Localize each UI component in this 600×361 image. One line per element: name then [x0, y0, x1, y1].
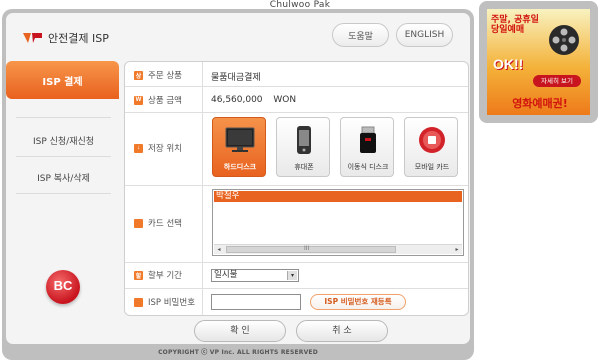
bc-card-logo: BC	[46, 270, 80, 304]
row-divider	[125, 262, 468, 263]
password-label-text: ISP 비밀번호	[148, 298, 196, 308]
ad-headline: 주말, 공휴일 당일예매	[491, 15, 539, 35]
device-phone-label: 휴대폰	[294, 163, 314, 171]
scroll-right-arrow-icon[interactable]: ▸	[452, 245, 462, 254]
product-label-text: 주문 상품	[148, 71, 182, 81]
storage-label: ↓ 저장 위치	[134, 142, 182, 154]
installment-label: 할 할부 기간	[134, 269, 182, 281]
payment-form-table: 상 주문 상품 물품대금결제 W 상품 금액 46,560,000 WON ↓	[124, 61, 469, 316]
card-label: 카드 선택	[134, 217, 182, 229]
download-icon: ↓	[134, 143, 143, 153]
product-icon: 상	[134, 70, 143, 80]
help-button[interactable]: 도움말	[332, 23, 389, 47]
row-divider	[125, 185, 468, 186]
device-mobile-card-button[interactable]: 모바일 카드	[404, 117, 458, 177]
mobile-card-icon	[419, 127, 445, 153]
product-label: 상 주문 상품	[134, 69, 182, 81]
installment-icon: 할	[134, 270, 143, 280]
device-removable-button[interactable]: 이동식 디스크	[340, 117, 394, 177]
device-harddisk-button[interactable]: 하드디스크	[212, 117, 266, 177]
amount-number: 46,560,000	[211, 95, 263, 105]
scroll-left-arrow-icon[interactable]: ◂	[214, 245, 224, 254]
cancel-button[interactable]: 취 소	[296, 320, 388, 342]
phone-icon	[297, 126, 311, 154]
amount-value: 46,560,000 WON	[211, 95, 296, 105]
card-option-selected[interactable]: 박철우	[214, 191, 462, 202]
row-divider	[125, 86, 468, 87]
main-frame: 안전결제 ISP 도움말 ENGLISH ISP 결제 ISP 신청/재신청 I…	[2, 9, 474, 360]
sidebar-divider	[16, 117, 111, 118]
chevron-down-icon[interactable]: ▾	[287, 271, 297, 280]
sidebar-divider	[16, 156, 111, 157]
installment-label-text: 할부 기간	[148, 271, 182, 281]
device-mobile-card-label: 모바일 카드	[414, 163, 450, 171]
device-phone-button[interactable]: 휴대폰	[276, 117, 330, 177]
ad-line-2: 당일예매	[491, 25, 525, 35]
row-divider	[125, 112, 468, 113]
isp-password-input[interactable]	[211, 294, 301, 310]
ad-line-1: 주말, 공휴일	[491, 15, 539, 25]
storage-label-text: 저장 위치	[148, 144, 182, 154]
sidebar-divider	[16, 193, 111, 194]
sidebar-item-isp-payment[interactable]: ISP 결제	[6, 61, 119, 99]
ad-ok-text: OK!!	[493, 56, 524, 72]
amount-unit: WON	[273, 95, 297, 105]
isp-logo: 안전결제 ISP	[22, 30, 109, 46]
usb-drive-icon	[360, 126, 376, 153]
movie-ticket-ad[interactable]: 주말, 공휴일 당일예매 OK!! 자세히 보기 영화예매권!	[487, 9, 590, 115]
product-value: 물품대금결제	[211, 73, 261, 83]
copyright-text: COPYRIGHT ⓒ VP Inc. ALL RIGHTS RESERVED	[158, 349, 318, 356]
password-label: ISP 비밀번호	[134, 296, 195, 308]
device-removable-label: 이동식 디스크	[347, 163, 389, 171]
ad-more-button[interactable]: 자세히 보기	[533, 75, 581, 87]
monitor-icon	[225, 127, 255, 152]
confirm-button[interactable]: 확 인	[194, 320, 286, 342]
vp-logo-icon	[23, 33, 42, 43]
installment-value: 일시불	[214, 270, 238, 280]
scrollbar-grip-icon: III	[304, 245, 310, 252]
amount-label-text: 상품 금액	[148, 96, 182, 106]
sidebar-item-isp-apply[interactable]: ISP 신청/재신청	[16, 134, 111, 147]
sidebar-item-isp-copy-delete[interactable]: ISP 복사/삭제	[16, 171, 111, 184]
device-harddisk-label: 하드디스크	[223, 163, 257, 171]
lock-icon	[134, 297, 143, 307]
card-list-horizontal-scrollbar[interactable]: ◂ III ▸	[214, 244, 462, 254]
film-reel-icon	[549, 25, 579, 55]
isp-payment-window: Chulwoo Pak 안전결제 ISP 도움말 ENGLISH ISP 결제 …	[0, 0, 600, 361]
ad-bottom-text: 영화예매권!	[512, 97, 568, 110]
reregister-password-button[interactable]: ISP 비밀번호 재등록	[310, 294, 406, 310]
page-title: 안전결제 ISP	[48, 32, 109, 45]
bc-logo-text: BC	[53, 278, 73, 293]
ad-panel-frame: 주말, 공휴일 당일예매 OK!! 자세히 보기 영화예매권!	[479, 1, 598, 123]
card-listbox[interactable]: 박철우 ◂ III ▸	[212, 189, 464, 256]
installment-select[interactable]: 일시불 ▾	[211, 269, 299, 282]
card-label-text: 카드 선택	[148, 219, 182, 229]
won-icon: W	[134, 95, 143, 105]
column-divider	[202, 62, 203, 315]
scrollbar-thumb[interactable]: III	[226, 245, 396, 253]
main-panel: 안전결제 ISP 도움말 ENGLISH ISP 결제 ISP 신청/재신청 I…	[6, 13, 470, 344]
row-divider	[125, 288, 468, 289]
english-button[interactable]: ENGLISH	[396, 23, 453, 47]
amount-label: W 상품 금액	[134, 94, 182, 106]
card-icon	[134, 218, 143, 228]
